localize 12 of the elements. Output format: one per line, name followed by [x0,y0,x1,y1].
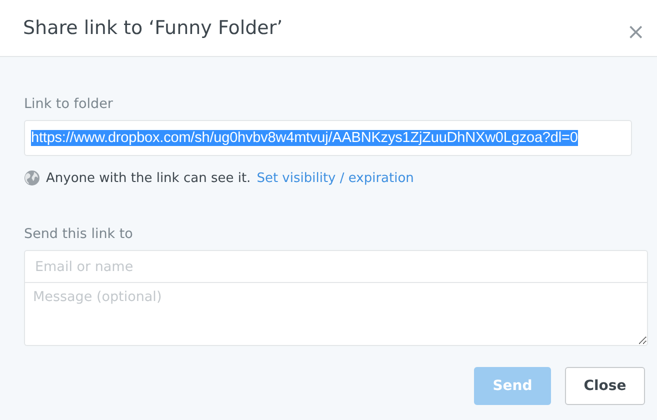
dialog-title: Share link to ‘Funny Folder’ [23,17,283,39]
message-field[interactable]: Message (optional) [24,283,648,346]
link-field[interactable]: https://www.dropbox.com/sh/ug0hvbv8w4mtvuj/AABNKzys1ZjZuuDhNXw0Lgzoa?dl=0 [24,120,632,156]
close-dialog-button[interactable]: Close [565,367,645,405]
field-label: Link to folder [24,96,114,112]
field-label: Send this link to [24,226,134,242]
globe-icon [24,170,40,186]
visibility-link[interactable]: Set visibility / expiration [256,170,414,186]
email-field[interactable]: Email or name [24,250,648,283]
link-text: https://www.dropbox.com/sh/ug0hvbv8w4mtvuj/AABNKzys1ZjZuuDhNXw0Lgzoa?dl=0 [31,130,578,146]
close-button[interactable]: × [624,22,647,44]
visibility-text: Anyone with the link can see it. [46,170,251,186]
